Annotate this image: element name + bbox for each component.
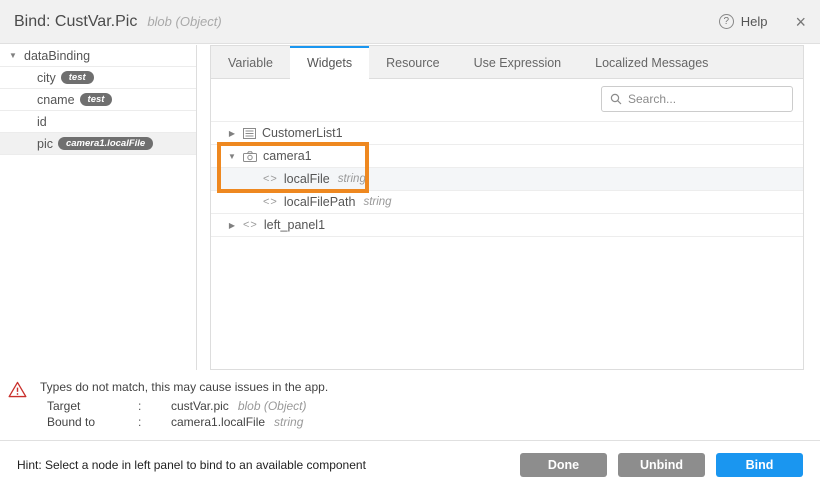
- tree-item-label: CustomerList1: [262, 126, 343, 140]
- sidebar-item-pic[interactable]: pic camera1.localFile: [0, 133, 196, 155]
- sidebar-item-label: dataBinding: [24, 49, 90, 63]
- sidebar-item-cname[interactable]: cname test: [0, 89, 196, 111]
- tab-use-expression[interactable]: Use Expression: [457, 46, 579, 78]
- warning-row-value: camera1.localFile: [171, 414, 265, 430]
- header-actions: ? Help ×: [719, 13, 806, 31]
- dialog-title: Bind: CustVar.Pic: [14, 13, 137, 31]
- warning-message: Types do not match, this may cause issue…: [40, 380, 328, 395]
- binding-sidebar: ▼ dataBinding city test cname test id pi…: [0, 45, 197, 370]
- tree-item-type: string: [338, 173, 366, 185]
- dialog-header: Bind: CustVar.Pic blob (Object) ? Help ×: [0, 0, 820, 44]
- warning-row-label: Target: [47, 398, 138, 414]
- tree-item-label: localFilePath: [284, 195, 356, 209]
- binding-badge: test: [80, 93, 113, 107]
- close-icon[interactable]: ×: [795, 13, 806, 31]
- binding-badge: camera1.localFile: [58, 137, 153, 151]
- sidebar-item-city[interactable]: city test: [0, 67, 196, 89]
- chevron-right-icon[interactable]: ▶: [227, 129, 237, 138]
- code-icon: <>: [263, 173, 278, 185]
- list-icon: [243, 128, 256, 139]
- warning-boundto-row: Bound to : camera1.localFile string: [47, 414, 820, 430]
- widget-tree: ▶ CustomerList1 ▼: [211, 121, 803, 237]
- sidebar-item-id[interactable]: id: [0, 111, 196, 133]
- code-icon: <>: [263, 196, 278, 208]
- tree-item-label: left_panel1: [264, 218, 325, 232]
- warning-row-label: Bound to: [47, 414, 138, 430]
- binding-badge: test: [61, 71, 94, 85]
- tree-item-label: camera1: [263, 149, 312, 163]
- sidebar-item-label: id: [37, 115, 47, 129]
- warning-row-type: blob (Object): [238, 398, 307, 414]
- tree-item-left-panel1[interactable]: ▶ <> left_panel1: [211, 214, 803, 237]
- dialog-footer: Hint: Select a node in left panel to bin…: [0, 440, 820, 488]
- tree-item-localfile[interactable]: <> localFile string: [211, 168, 803, 191]
- footer-buttons: Done Unbind Bind: [509, 453, 803, 477]
- camera-icon: [243, 151, 257, 162]
- tree-item-localfilepath[interactable]: <> localFilePath string: [211, 191, 803, 214]
- warning-icon: [8, 381, 27, 398]
- tab-localized-messages[interactable]: Localized Messages: [578, 46, 725, 78]
- search-box: [601, 86, 793, 112]
- bind-dialog: Bind: CustVar.Pic blob (Object) ? Help ×…: [0, 0, 820, 488]
- chevron-down-icon[interactable]: ▼: [227, 152, 237, 161]
- chevron-down-icon[interactable]: ▼: [8, 51, 18, 60]
- tree-item-customerlist1[interactable]: ▶ CustomerList1: [211, 122, 803, 145]
- sidebar-item-label: cname: [37, 93, 75, 107]
- tree-item-camera1[interactable]: ▼ camera1: [211, 145, 803, 168]
- warning-row-value: custVar.pic: [171, 398, 229, 414]
- binding-source-panel: Variable Widgets Resource Use Expression…: [210, 45, 804, 370]
- help-button[interactable]: Help: [741, 14, 768, 29]
- tab-widgets[interactable]: Widgets: [290, 46, 369, 79]
- source-tabs: Variable Widgets Resource Use Expression…: [211, 46, 803, 79]
- type-mismatch-warning: Types do not match, this may cause issue…: [0, 380, 820, 430]
- sidebar-item-databinding[interactable]: ▼ dataBinding: [0, 45, 196, 67]
- chevron-right-icon[interactable]: ▶: [227, 221, 237, 230]
- warning-row-type: string: [274, 414, 303, 430]
- done-button[interactable]: Done: [520, 453, 607, 477]
- unbind-button[interactable]: Unbind: [618, 453, 705, 477]
- sidebar-item-label: pic: [37, 137, 53, 151]
- tab-variable[interactable]: Variable: [211, 46, 290, 78]
- warning-target-row: Target : custVar.pic blob (Object): [47, 398, 820, 414]
- code-icon: <>: [243, 219, 258, 231]
- tree-item-type: string: [363, 196, 391, 208]
- tab-resource[interactable]: Resource: [369, 46, 457, 78]
- bind-button[interactable]: Bind: [716, 453, 803, 477]
- hint-text: Hint: Select a node in left panel to bin…: [17, 458, 366, 472]
- dialog-subtitle: blob (Object): [147, 14, 221, 29]
- tree-item-label: localFile: [284, 172, 330, 186]
- help-icon[interactable]: ?: [719, 14, 734, 29]
- search-icon: [610, 93, 622, 105]
- sidebar-item-label: city: [37, 71, 56, 85]
- search-input[interactable]: [628, 92, 784, 106]
